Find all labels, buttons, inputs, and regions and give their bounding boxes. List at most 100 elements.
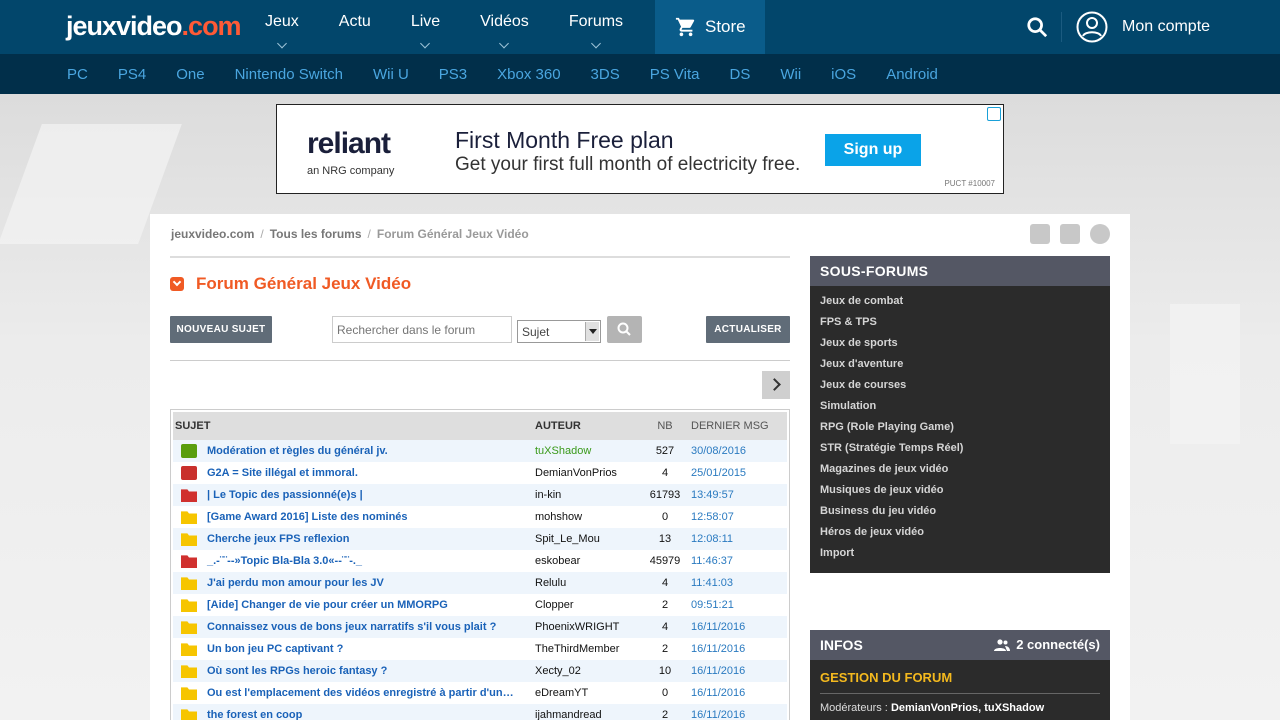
topic-last-message[interactable]: 09:51:21 <box>689 594 787 616</box>
ad-headline: First Month Free plan <box>455 127 674 153</box>
topic-link[interactable]: Modération et règles du général jv. <box>197 445 388 457</box>
search-scope-select[interactable]: Sujet <box>517 320 601 343</box>
topic-link[interactable]: Où sont les RPGs heroic fantasy ? <box>197 665 387 677</box>
platform-link[interactable]: iOS <box>816 66 871 83</box>
forum-search-input[interactable] <box>332 316 512 343</box>
topic-link[interactable]: the forest en coop <box>197 709 302 720</box>
platform-link[interactable]: DS <box>715 66 766 83</box>
col-nb[interactable]: NB <box>641 412 689 440</box>
topic-link[interactable]: Connaissez vous de bons jeux narratifs s… <box>197 621 496 633</box>
user-avatar-icon[interactable] <box>1076 11 1108 43</box>
topic-link[interactable]: | Le Topic des passionné(e)s | <box>197 489 363 501</box>
topic-last-message[interactable]: 16/11/2016 <box>689 638 787 660</box>
platform-link[interactable]: Wii U <box>358 66 424 83</box>
subforum-link[interactable]: Musiques de jeux vidéo <box>820 481 1100 502</box>
infos-panel: INFOS 2 connecté(s) GESTION DU FORUM Mod… <box>810 630 1110 720</box>
nav-item-actu[interactable]: Actu <box>319 0 391 54</box>
platform-link[interactable]: PS3 <box>424 66 482 83</box>
advertisement-banner[interactable]: reliant an NRG company First Month Free … <box>276 104 1004 194</box>
topic-link[interactable]: Ou est l'emplacement des vidéos enregist… <box>197 687 514 699</box>
store-button[interactable]: Store <box>655 0 765 54</box>
topic-last-message[interactable]: 16/11/2016 <box>689 616 787 638</box>
breadcrumb-home[interactable]: jeuxvideo.com <box>171 227 254 241</box>
topic-author[interactable]: Clopper <box>533 594 641 616</box>
nav-item-forums[interactable]: Forums <box>549 0 643 54</box>
ad-brand-sub: an NRG company <box>307 165 395 177</box>
ad-choices-icon[interactable] <box>987 107 1001 121</box>
collapse-chevron-icon[interactable] <box>170 277 184 291</box>
settings-gear-icon[interactable] <box>1090 224 1110 244</box>
topic-author[interactable]: Spit_Le_Mou <box>533 528 641 550</box>
topic-last-message[interactable]: 16/11/2016 <box>689 660 787 682</box>
nav-item-jeux[interactable]: Jeux <box>245 0 319 54</box>
topic-link[interactable]: _.-¨¨--»Topic Bla-Bla 3.0«--¨¨-._ <box>197 555 362 567</box>
topic-link[interactable]: Un bon jeu PC captivant ? <box>197 643 343 655</box>
topic-author[interactable]: eskobear <box>533 550 641 572</box>
topic-last-message[interactable]: 11:46:37 <box>689 550 787 572</box>
col-subject[interactable]: SUJET <box>173 412 533 440</box>
platform-link[interactable]: Android <box>871 66 953 83</box>
topic-author[interactable]: eDreamYT <box>533 682 641 704</box>
topic-link[interactable]: [Aide] Changer de vie pour créer un MMOR… <box>197 599 448 611</box>
subforum-link[interactable]: Héros de jeux vidéo <box>820 523 1100 544</box>
breadcrumb-separator: / <box>367 227 371 241</box>
subforum-link[interactable]: STR (Stratégie Temps Réel) <box>820 439 1100 460</box>
platform-link[interactable]: Nintendo Switch <box>220 66 358 83</box>
platform-link[interactable]: PC <box>52 66 103 83</box>
topic-author[interactable]: Relulu <box>533 572 641 594</box>
platform-link[interactable]: Wii <box>765 66 816 83</box>
subforum-link[interactable]: Jeux de courses <box>820 376 1100 397</box>
topic-last-message[interactable]: 30/08/2016 <box>689 440 787 462</box>
nav-item-live[interactable]: Live <box>391 0 460 54</box>
topic-last-message[interactable]: 16/11/2016 <box>689 704 787 720</box>
account-link[interactable]: Mon compte <box>1122 18 1210 36</box>
refresh-button[interactable]: ACTUALISER <box>706 316 790 343</box>
ad-cta-button[interactable]: Sign up <box>825 134 921 166</box>
subforum-link[interactable]: RPG (Role Playing Game) <box>820 418 1100 439</box>
moderators-names[interactable]: DemianVonPrios, tuXShadow <box>891 702 1044 714</box>
topic-last-message[interactable]: 12:08:11 <box>689 528 787 550</box>
topic-link[interactable]: [Game Award 2016] Liste des nominés <box>197 511 408 523</box>
topic-link[interactable]: Cherche jeux FPS reflexion <box>197 533 349 545</box>
col-author[interactable]: AUTEUR <box>533 412 641 440</box>
table-row: Connaissez vous de bons jeux narratifs s… <box>173 616 787 638</box>
platform-link[interactable]: PS Vita <box>635 66 715 83</box>
subforum-link[interactable]: Simulation <box>820 397 1100 418</box>
topic-author[interactable]: mohshow <box>533 506 641 528</box>
topic-author[interactable]: TheThirdMember <box>533 638 641 660</box>
platform-link[interactable]: 3DS <box>576 66 635 83</box>
subforum-link[interactable]: Jeux de combat <box>820 292 1100 313</box>
site-logo[interactable]: jeuxvideo.com <box>66 11 242 42</box>
subforum-link[interactable]: Jeux d'aventure <box>820 355 1100 376</box>
topic-author[interactable]: DemianVonPrios <box>533 462 641 484</box>
notify-icon[interactable] <box>1060 224 1080 244</box>
topic-author[interactable]: ijahmandread <box>533 704 641 720</box>
nav-item-vidéos[interactable]: Vidéos <box>460 0 549 54</box>
subforum-link[interactable]: Jeux de sports <box>820 334 1100 355</box>
subforum-link[interactable]: Magazines de jeux vidéo <box>820 460 1100 481</box>
breadcrumb-all-forums[interactable]: Tous les forums <box>270 227 362 241</box>
platform-link[interactable]: Xbox 360 <box>482 66 575 83</box>
topic-author[interactable]: in-kin <box>533 484 641 506</box>
topic-author[interactable]: Xecty_02 <box>533 660 641 682</box>
favorite-star-icon[interactable] <box>1030 224 1050 244</box>
platform-link[interactable]: One <box>161 66 219 83</box>
col-last-message[interactable]: DERNIER MSG <box>689 412 787 440</box>
topic-last-message[interactable]: 12:58:07 <box>689 506 787 528</box>
topic-author[interactable]: PhoenixWRIGHT <box>533 616 641 638</box>
subforum-link[interactable]: Import <box>820 544 1100 565</box>
subforum-link[interactable]: FPS & TPS <box>820 313 1100 334</box>
search-submit-button[interactable] <box>607 316 642 343</box>
topic-last-message[interactable]: 13:49:57 <box>689 484 787 506</box>
topic-last-message[interactable]: 11:41:03 <box>689 572 787 594</box>
next-page-button[interactable] <box>762 371 790 399</box>
platform-link[interactable]: PS4 <box>103 66 161 83</box>
topic-last-message[interactable]: 25/01/2015 <box>689 462 787 484</box>
subforum-link[interactable]: Business du jeu vidéo <box>820 502 1100 523</box>
new-topic-button[interactable]: NOUVEAU SUJET <box>170 316 272 343</box>
topic-link[interactable]: G2A = Site illégal et immoral. <box>197 467 358 479</box>
topic-link[interactable]: J'ai perdu mon amour pour les JV <box>197 577 384 589</box>
topic-author[interactable]: tuXShadow <box>533 440 641 462</box>
topic-last-message[interactable]: 16/11/2016 <box>689 682 787 704</box>
search-icon[interactable] <box>1026 16 1048 38</box>
